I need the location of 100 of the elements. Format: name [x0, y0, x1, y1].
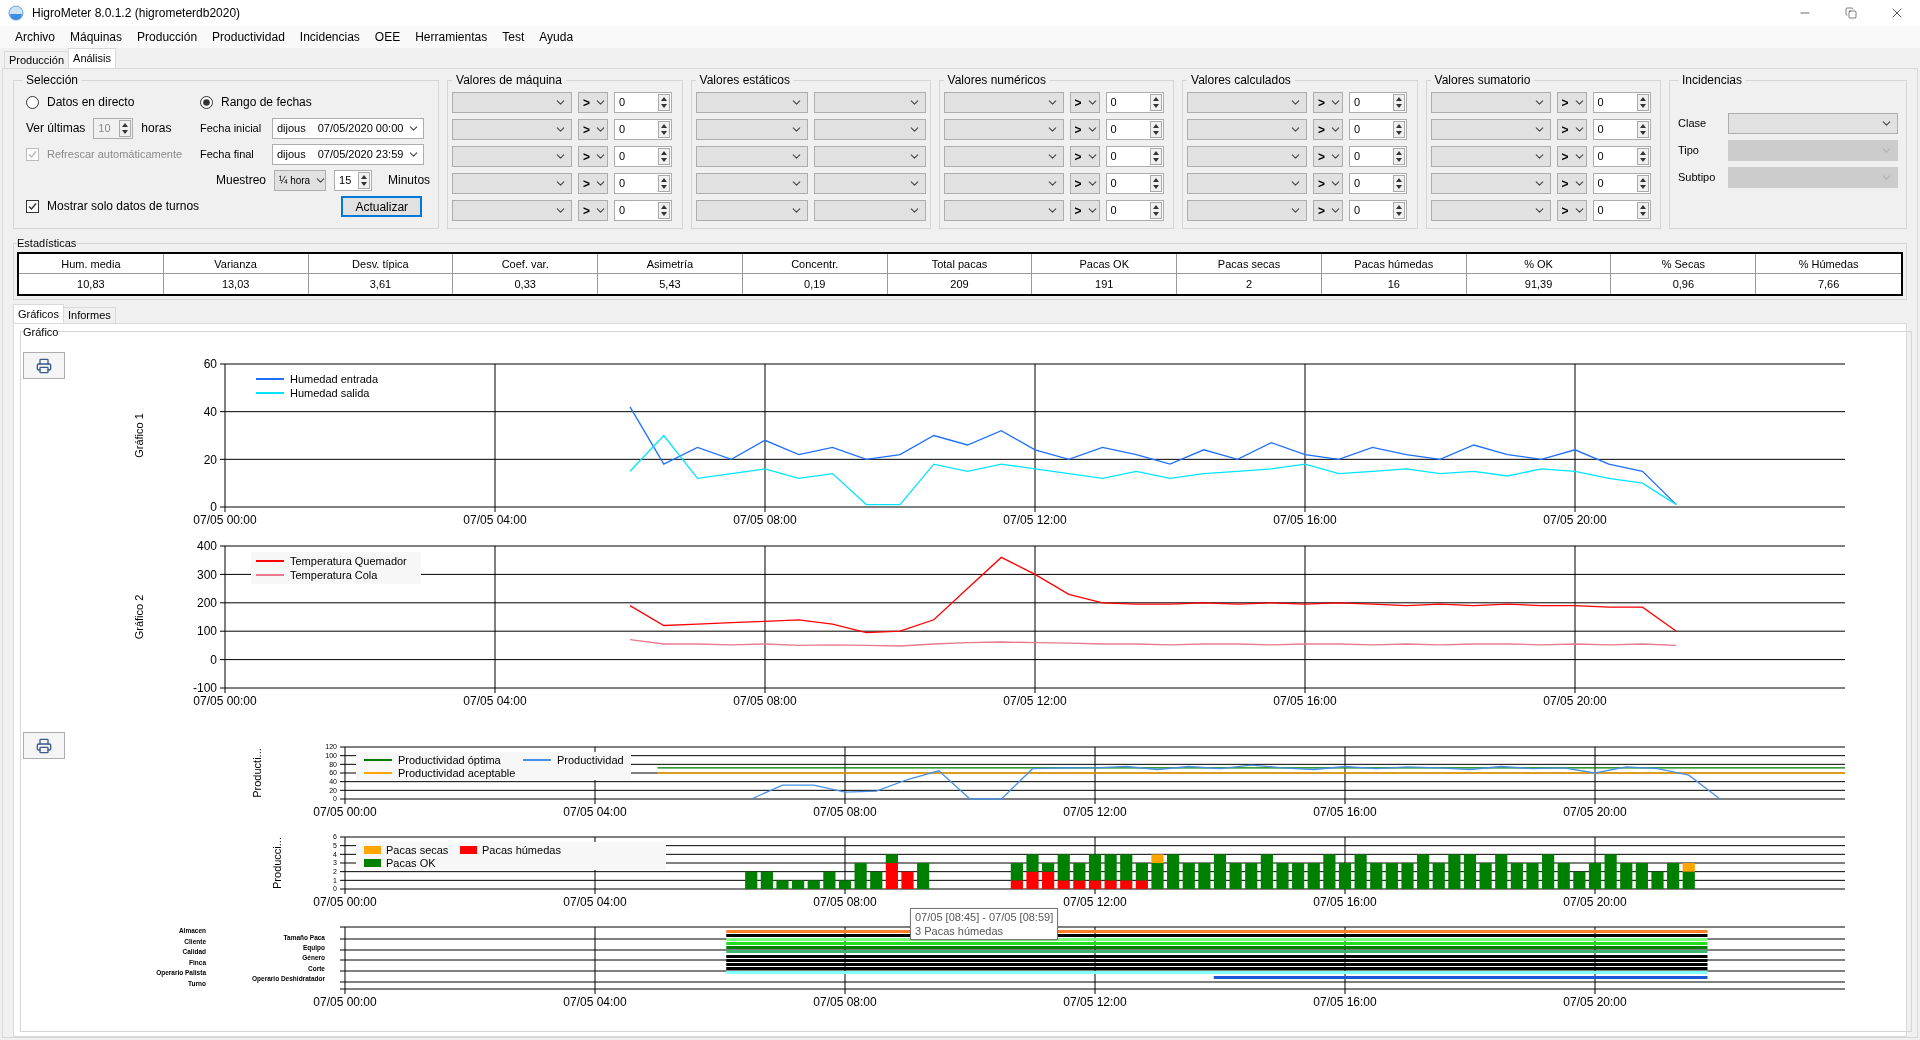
number-spinner[interactable]: 0: [614, 119, 673, 140]
dropdown[interactable]: [695, 119, 808, 140]
menu-item[interactable]: Archivo: [8, 28, 62, 46]
dropdown[interactable]: [452, 119, 573, 140]
dropdown[interactable]: [1187, 200, 1308, 221]
number-spinner[interactable]: 0: [1592, 146, 1651, 167]
dropdown[interactable]: [452, 92, 573, 113]
update-button[interactable]: Actualizar: [341, 195, 423, 217]
dropdown[interactable]: [813, 92, 926, 113]
table-cell: 209: [887, 273, 1033, 294]
dropdown[interactable]: >: [1069, 200, 1100, 221]
dropdown[interactable]: [452, 173, 573, 194]
number-spinner[interactable]: 0: [1349, 200, 1408, 221]
dropdown[interactable]: [813, 200, 926, 221]
dropdown[interactable]: [452, 200, 573, 221]
dropdown[interactable]: [1430, 92, 1551, 113]
dropdown[interactable]: [1430, 173, 1551, 194]
dropdown[interactable]: [813, 119, 926, 140]
number-spinner[interactable]: 0: [614, 173, 673, 194]
dropdown[interactable]: >: [1556, 119, 1587, 140]
dropdown[interactable]: >: [1556, 146, 1587, 167]
dropdown[interactable]: >: [1556, 92, 1587, 113]
dropdown[interactable]: >: [578, 146, 609, 167]
printer-icon: [36, 357, 52, 374]
dropdown[interactable]: [695, 173, 808, 194]
dropdown[interactable]: [1187, 146, 1308, 167]
number-spinner[interactable]: 0: [614, 92, 673, 113]
dropdown[interactable]: >: [578, 119, 609, 140]
dropdown[interactable]: >: [578, 200, 609, 221]
radio-button[interactable]: [26, 95, 39, 109]
number-spinner[interactable]: 0: [1349, 119, 1408, 140]
dropdown[interactable]: [695, 200, 808, 221]
menu-item[interactable]: Producción: [130, 28, 205, 46]
x-tick-label: 07/05 00:00: [313, 995, 377, 1009]
dropdown[interactable]: [695, 92, 808, 113]
dropdown[interactable]: >: [578, 173, 609, 194]
dropdown[interactable]: >: [1069, 146, 1100, 167]
menu-item[interactable]: Ayuda: [532, 28, 581, 46]
y-axis-label: Gráfico 1: [133, 413, 145, 458]
dropdown[interactable]: [1430, 200, 1551, 221]
tab[interactable]: Informes: [63, 306, 116, 323]
dropdown[interactable]: [695, 146, 808, 167]
dropdown[interactable]: [1430, 146, 1551, 167]
dropdown[interactable]: >: [1313, 119, 1344, 140]
number-spinner[interactable]: 0: [1105, 173, 1164, 194]
number-spinner[interactable]: 0: [1592, 92, 1651, 113]
legend-label: Pacas húmedas: [482, 844, 561, 856]
dropdown[interactable]: >: [1069, 92, 1100, 113]
dropdown[interactable]: [943, 200, 1064, 221]
tab[interactable]: Gráficos: [13, 303, 64, 323]
dropdown[interactable]: [452, 146, 573, 167]
dropdown[interactable]: [1728, 113, 1898, 134]
dropdown[interactable]: >: [1313, 200, 1344, 221]
number-spinner[interactable]: 0: [614, 200, 673, 221]
dropdown[interactable]: [943, 92, 1064, 113]
number-spinner[interactable]: 0: [1105, 146, 1164, 167]
menu-item[interactable]: Máquinas: [63, 28, 130, 46]
tab[interactable]: Análisis: [68, 48, 116, 68]
number-spinner[interactable]: 0: [1592, 173, 1651, 194]
radio-button[interactable]: [200, 95, 213, 109]
dropdown[interactable]: >: [1069, 173, 1100, 194]
dropdown[interactable]: >: [1556, 200, 1587, 221]
menu-item[interactable]: Herramientas: [408, 28, 495, 46]
dropdown[interactable]: [813, 146, 926, 167]
menu-item[interactable]: Productividad: [205, 28, 292, 46]
number-spinner[interactable]: 0: [614, 146, 673, 167]
dropdown[interactable]: [943, 146, 1064, 167]
dropdown[interactable]: >: [1556, 173, 1587, 194]
dropdown[interactable]: [1187, 173, 1308, 194]
menu-item[interactable]: Incidencias: [292, 28, 367, 46]
print-button[interactable]: [23, 732, 65, 759]
dropdown[interactable]: >: [1313, 146, 1344, 167]
number-spinner[interactable]: 0: [1105, 200, 1164, 221]
dropdown[interactable]: [813, 173, 926, 194]
dropdown[interactable]: >: [1313, 173, 1344, 194]
dropdown[interactable]: >: [1069, 119, 1100, 140]
dropdown[interactable]: dijous 07/05/2020 23:59: [272, 143, 424, 165]
dropdown[interactable]: [1187, 119, 1308, 140]
dropdown[interactable]: [943, 119, 1064, 140]
dropdown[interactable]: dijous 07/05/2020 00:00: [272, 117, 424, 139]
dropdown[interactable]: [943, 173, 1064, 194]
number-spinner[interactable]: 0: [1349, 146, 1408, 167]
checkbox[interactable]: [26, 199, 39, 213]
number-spinner[interactable]: 0: [1592, 119, 1651, 140]
menu-item[interactable]: OEE: [367, 28, 408, 46]
dropdown[interactable]: [1430, 119, 1551, 140]
print-button[interactable]: [23, 352, 65, 379]
y-tick-label: 60: [203, 357, 217, 372]
number-spinner[interactable]: 0: [1105, 92, 1164, 113]
number-spinner[interactable]: 0: [1592, 200, 1651, 221]
menu-item[interactable]: Test: [495, 28, 532, 46]
number-spinner[interactable]: 0: [1105, 119, 1164, 140]
dropdown[interactable]: >: [1313, 92, 1344, 113]
number-spinner[interactable]: 15: [334, 169, 373, 191]
number-spinner[interactable]: 0: [1349, 173, 1408, 194]
dropdown[interactable]: [1187, 92, 1308, 113]
dropdown[interactable]: ¼ hora: [274, 169, 327, 191]
number-spinner[interactable]: 0: [1349, 92, 1408, 113]
x-tick-label: 07/05 20:00: [1563, 895, 1627, 909]
dropdown[interactable]: >: [578, 92, 609, 113]
